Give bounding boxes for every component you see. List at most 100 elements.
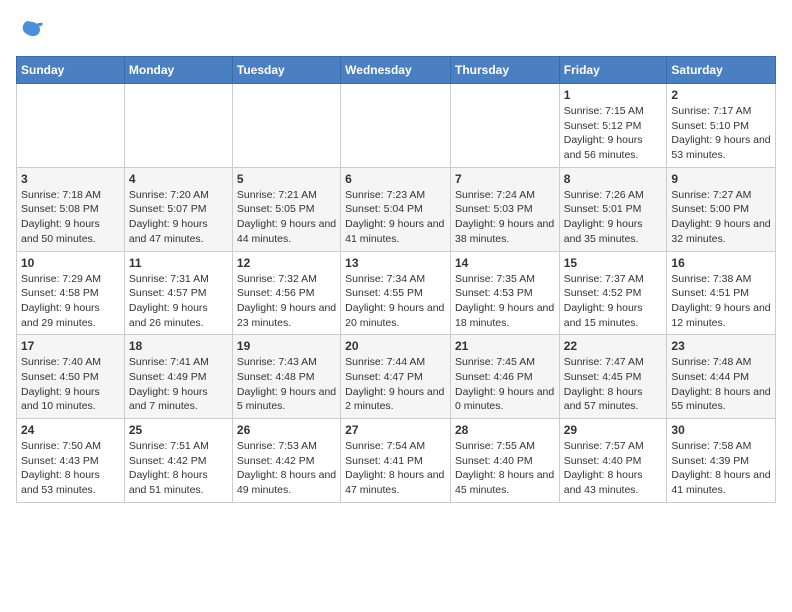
- day-info: Sunrise: 7:17 AM Sunset: 5:10 PM Dayligh…: [671, 104, 771, 163]
- weekday-header: Thursday: [450, 57, 559, 84]
- weekday-header: Tuesday: [232, 57, 340, 84]
- calendar-cell: 8 Sunrise: 7:26 AM Sunset: 5:01 PM Daylig…: [559, 167, 667, 251]
- day-info: Sunrise: 7:44 AM Sunset: 4:47 PM Dayligh…: [345, 355, 446, 414]
- calendar-cell: 30Sunrise: 7:58 AM Sunset: 4:39 PM Dayli…: [667, 419, 776, 503]
- day-info: Sunrise: 7:40 AM Sunset: 4:50 PM Dayligh…: [21, 355, 120, 414]
- day-number: 10: [21, 256, 120, 270]
- day-number: 5: [237, 172, 336, 186]
- day-info: Sunrise: 7:26 AM Sunset: 5:01 PM Dayligh…: [564, 188, 663, 247]
- day-number: 19: [237, 339, 336, 353]
- day-info: Sunrise: 7:27 AM Sunset: 5:00 PM Dayligh…: [671, 188, 771, 247]
- day-number: 3: [21, 172, 120, 186]
- day-info: Sunrise: 7:41 AM Sunset: 4:49 PM Dayligh…: [129, 355, 228, 414]
- calendar-header-row: SundayMondayTuesdayWednesdayThursdayFrid…: [17, 57, 776, 84]
- day-info: Sunrise: 7:24 AM Sunset: 5:03 PM Dayligh…: [455, 188, 555, 247]
- day-number: 23: [671, 339, 771, 353]
- calendar-cell: 26Sunrise: 7:53 AM Sunset: 4:42 PM Dayli…: [232, 419, 340, 503]
- day-number: 13: [345, 256, 446, 270]
- calendar-cell: 11 Sunrise: 7:31 AM Sunset: 4:57 PM Dayli…: [124, 251, 232, 335]
- day-number: 2: [671, 88, 771, 102]
- calendar-cell: 9 Sunrise: 7:27 AM Sunset: 5:00 PM Daylig…: [667, 167, 776, 251]
- calendar-cell: 25 Sunrise: 7:51 AM Sunset: 4:42 PM Dayli…: [124, 419, 232, 503]
- calendar-cell: 29Sunrise: 7:57 AM Sunset: 4:40 PM Dayli…: [559, 419, 667, 503]
- day-info: Sunrise: 7:23 AM Sunset: 5:04 PM Dayligh…: [345, 188, 446, 247]
- calendar-cell: 18Sunrise: 7:41 AM Sunset: 4:49 PM Dayli…: [124, 335, 232, 419]
- day-info: Sunrise: 7:55 AM Sunset: 4:40 PM Dayligh…: [455, 439, 555, 498]
- day-number: 22: [564, 339, 663, 353]
- day-info: Sunrise: 7:57 AM Sunset: 4:40 PM Dayligh…: [564, 439, 663, 498]
- day-number: 6: [345, 172, 446, 186]
- day-number: 16: [671, 256, 771, 270]
- day-info: Sunrise: 7:32 AM Sunset: 4:56 PM Dayligh…: [237, 272, 336, 331]
- calendar-cell: 15 Sunrise: 7:37 AM Sunset: 4:52 PM Dayli…: [559, 251, 667, 335]
- day-info: Sunrise: 7:45 AM Sunset: 4:46 PM Dayligh…: [455, 355, 555, 414]
- calendar-cell: 4 Sunrise: 7:20 AM Sunset: 5:07 PM Daylig…: [124, 167, 232, 251]
- day-number: 15: [564, 256, 663, 270]
- day-info: Sunrise: 7:47 AM Sunset: 4:45 PM Dayligh…: [564, 355, 663, 414]
- calendar-cell: [17, 84, 125, 168]
- calendar-cell: 27 Sunrise: 7:54 AM Sunset: 4:41 PM Dayli…: [341, 419, 451, 503]
- calendar-week-row: 3 Sunrise: 7:18 AM Sunset: 5:08 PM Daylig…: [17, 167, 776, 251]
- day-info: Sunrise: 7:21 AM Sunset: 5:05 PM Dayligh…: [237, 188, 336, 247]
- day-info: Sunrise: 7:50 AM Sunset: 4:43 PM Dayligh…: [21, 439, 120, 498]
- calendar-cell: 21 Sunrise: 7:45 AM Sunset: 4:46 PM Dayli…: [450, 335, 559, 419]
- weekday-header: Saturday: [667, 57, 776, 84]
- calendar-table: SundayMondayTuesdayWednesdayThursdayFrid…: [16, 56, 776, 503]
- day-info: Sunrise: 7:15 AM Sunset: 5:12 PM Dayligh…: [564, 104, 663, 163]
- weekday-header: Wednesday: [341, 57, 451, 84]
- day-number: 25: [129, 423, 228, 437]
- day-number: 7: [455, 172, 555, 186]
- calendar-cell: [124, 84, 232, 168]
- day-info: Sunrise: 7:34 AM Sunset: 4:55 PM Dayligh…: [345, 272, 446, 331]
- calendar-cell: 20 Sunrise: 7:44 AM Sunset: 4:47 PM Dayli…: [341, 335, 451, 419]
- day-number: 1: [564, 88, 663, 102]
- calendar-cell: 19 Sunrise: 7:43 AM Sunset: 4:48 PM Dayli…: [232, 335, 340, 419]
- day-number: 20: [345, 339, 446, 353]
- day-info: Sunrise: 7:51 AM Sunset: 4:42 PM Dayligh…: [129, 439, 228, 498]
- calendar-cell: 3 Sunrise: 7:18 AM Sunset: 5:08 PM Daylig…: [17, 167, 125, 251]
- calendar-cell: 7 Sunrise: 7:24 AM Sunset: 5:03 PM Daylig…: [450, 167, 559, 251]
- day-number: 24: [21, 423, 120, 437]
- day-number: 21: [455, 339, 555, 353]
- day-info: Sunrise: 7:20 AM Sunset: 5:07 PM Dayligh…: [129, 188, 228, 247]
- day-info: Sunrise: 7:53 AM Sunset: 4:42 PM Dayligh…: [237, 439, 336, 498]
- day-info: Sunrise: 7:18 AM Sunset: 5:08 PM Dayligh…: [21, 188, 120, 247]
- day-number: 17: [21, 339, 120, 353]
- calendar-cell: 5 Sunrise: 7:21 AM Sunset: 5:05 PM Daylig…: [232, 167, 340, 251]
- day-info: Sunrise: 7:37 AM Sunset: 4:52 PM Dayligh…: [564, 272, 663, 331]
- calendar-week-row: 1 Sunrise: 7:15 AM Sunset: 5:12 PM Daylig…: [17, 84, 776, 168]
- calendar-cell: 6 Sunrise: 7:23 AM Sunset: 5:04 PM Daylig…: [341, 167, 451, 251]
- calendar-cell: [450, 84, 559, 168]
- day-number: 14: [455, 256, 555, 270]
- calendar-cell: 1 Sunrise: 7:15 AM Sunset: 5:12 PM Daylig…: [559, 84, 667, 168]
- calendar-cell: 22 Sunrise: 7:47 AM Sunset: 4:45 PM Dayli…: [559, 335, 667, 419]
- calendar-week-row: 17 Sunrise: 7:40 AM Sunset: 4:50 PM Dayli…: [17, 335, 776, 419]
- calendar-cell: 13 Sunrise: 7:34 AM Sunset: 4:55 PM Dayli…: [341, 251, 451, 335]
- logo-bird-icon: [16, 16, 44, 44]
- day-number: 11: [129, 256, 228, 270]
- calendar-week-row: 24 Sunrise: 7:50 AM Sunset: 4:43 PM Dayli…: [17, 419, 776, 503]
- page-header: [16, 16, 776, 44]
- day-info: Sunrise: 7:31 AM Sunset: 4:57 PM Dayligh…: [129, 272, 228, 331]
- calendar-cell: 28 Sunrise: 7:55 AM Sunset: 4:40 PM Dayli…: [450, 419, 559, 503]
- calendar-cell: 14 Sunrise: 7:35 AM Sunset: 4:53 PM Dayli…: [450, 251, 559, 335]
- calendar-week-row: 10Sunrise: 7:29 AM Sunset: 4:58 PM Dayli…: [17, 251, 776, 335]
- day-info: Sunrise: 7:54 AM Sunset: 4:41 PM Dayligh…: [345, 439, 446, 498]
- calendar-cell: 10Sunrise: 7:29 AM Sunset: 4:58 PM Dayli…: [17, 251, 125, 335]
- day-number: 28: [455, 423, 555, 437]
- calendar-cell: 23Sunrise: 7:48 AM Sunset: 4:44 PM Dayli…: [667, 335, 776, 419]
- calendar-cell: [341, 84, 451, 168]
- day-number: 12: [237, 256, 336, 270]
- day-info: Sunrise: 7:35 AM Sunset: 4:53 PM Dayligh…: [455, 272, 555, 331]
- logo: [16, 16, 48, 44]
- calendar-cell: 17 Sunrise: 7:40 AM Sunset: 4:50 PM Dayli…: [17, 335, 125, 419]
- calendar-cell: 16 Sunrise: 7:38 AM Sunset: 4:51 PM Dayli…: [667, 251, 776, 335]
- day-number: 4: [129, 172, 228, 186]
- day-info: Sunrise: 7:38 AM Sunset: 4:51 PM Dayligh…: [671, 272, 771, 331]
- day-info: Sunrise: 7:58 AM Sunset: 4:39 PM Dayligh…: [671, 439, 771, 498]
- day-number: 9: [671, 172, 771, 186]
- calendar-cell: [232, 84, 340, 168]
- day-number: 27: [345, 423, 446, 437]
- day-info: Sunrise: 7:43 AM Sunset: 4:48 PM Dayligh…: [237, 355, 336, 414]
- day-number: 8: [564, 172, 663, 186]
